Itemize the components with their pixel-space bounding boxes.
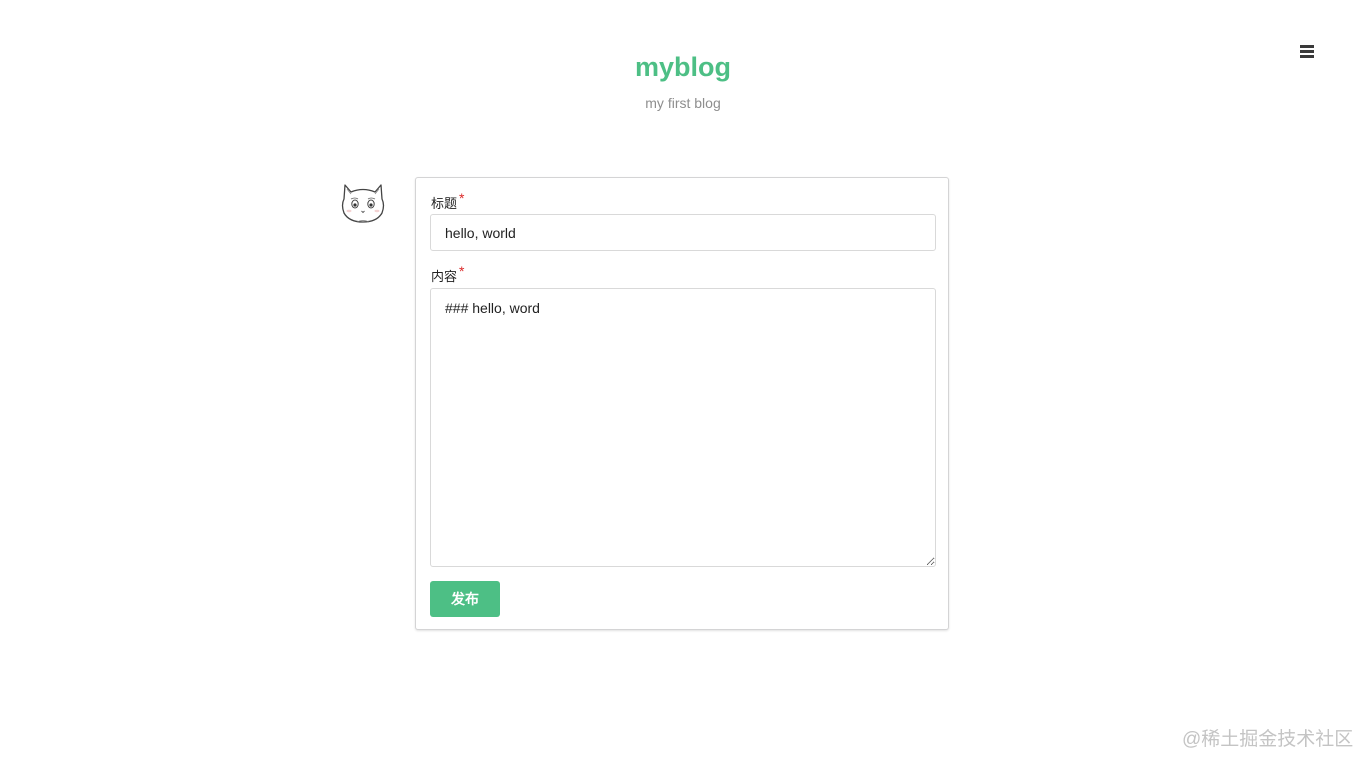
site-title[interactable]: myblog [0, 52, 1366, 83]
publish-button[interactable]: 发布 [430, 581, 500, 617]
site-subtitle: my first blog [645, 95, 721, 111]
content-required-mark: * [459, 263, 465, 279]
content-textarea[interactable]: ### hello, word [430, 288, 936, 567]
title-input[interactable] [430, 214, 936, 251]
title-label: 标题 * [431, 190, 465, 212]
content-label: 内容 * [431, 263, 465, 285]
post-form: 标题* 内容* ### hello, word 发布 [415, 177, 949, 630]
watermark-text: @稀土掘金技术社区 [1182, 729, 1354, 750]
content-label-text: 内容 [431, 269, 458, 284]
title-label-text: 标题 [431, 196, 458, 211]
title-required-mark: * [459, 190, 465, 206]
page: myblog my first blog 标题* 内容* ### hello, [0, 0, 1366, 768]
cat-avatar-icon [337, 175, 389, 227]
